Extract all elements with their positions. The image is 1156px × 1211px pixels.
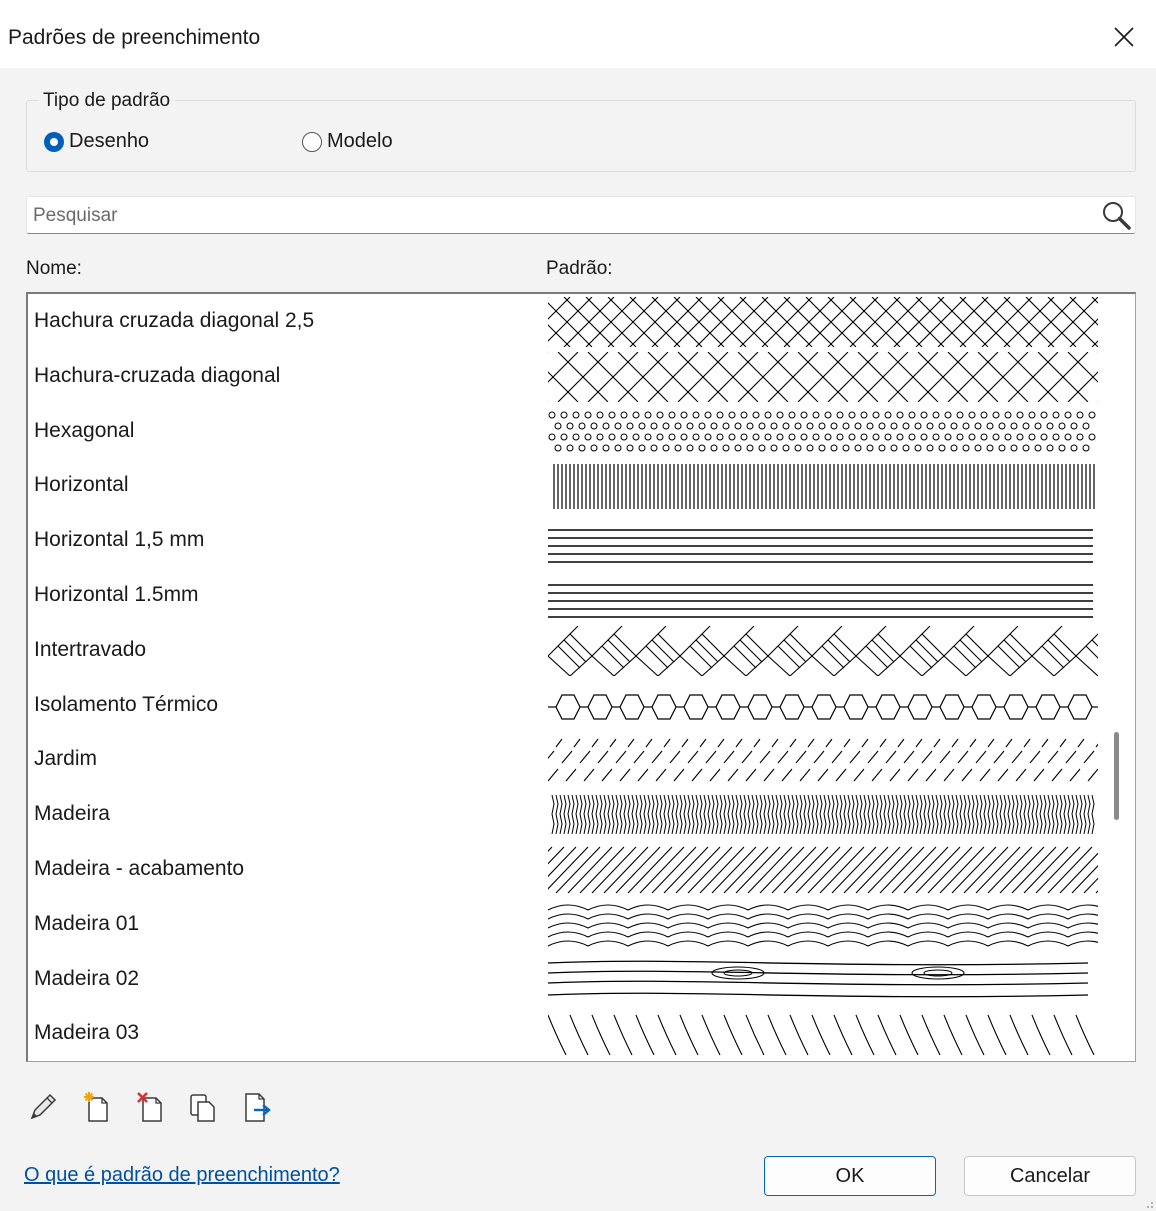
pattern-name: Madeira bbox=[34, 802, 110, 826]
resize-grip-icon[interactable] bbox=[1142, 1197, 1154, 1209]
interlocking-pavers-pattern-icon bbox=[548, 625, 1098, 676]
duplicate-pattern-button[interactable] bbox=[186, 1090, 220, 1129]
horizontal-lines-pattern-icon bbox=[548, 529, 1093, 563]
garden-dashes-pattern-icon bbox=[548, 739, 1098, 782]
cancel-button[interactable]: Cancelar bbox=[964, 1156, 1136, 1196]
pattern-row[interactable]: Hachura cruzada diagonal 2,5 bbox=[28, 294, 1098, 349]
pattern-name: Horizontal 1.5mm bbox=[34, 583, 199, 606]
pattern-name: Madeira 01 bbox=[34, 911, 140, 935]
pattern-name: Hexagonal bbox=[34, 418, 135, 442]
pattern-name: Madeira - acabamento bbox=[34, 857, 245, 880]
vertical-scrollbar-thumb[interactable] bbox=[1114, 732, 1119, 820]
pattern-row[interactable]: Madeira bbox=[28, 787, 1098, 842]
pattern-name: Madeira 03 bbox=[34, 1021, 140, 1045]
new-pattern-button[interactable] bbox=[80, 1090, 114, 1129]
horizontal-lines-pattern-icon bbox=[548, 584, 1093, 618]
pattern-row[interactable]: Horizontal bbox=[28, 458, 1098, 513]
wood-grain-knots-pattern-icon bbox=[548, 960, 1089, 997]
import-pattern-icon bbox=[245, 1093, 271, 1122]
pattern-row[interactable]: Madeira 01 bbox=[28, 897, 1098, 952]
close-icon bbox=[1114, 27, 1134, 47]
wood-grain-waves-pattern-icon bbox=[548, 904, 1098, 947]
title-bar: Padrões de preenchimento bbox=[0, 0, 1156, 68]
pattern-name: Horizontal bbox=[34, 473, 129, 497]
pattern-type-legend: Tipo de padrão bbox=[38, 90, 176, 112]
radio-modelo-label: Modelo bbox=[327, 130, 393, 152]
ok-button[interactable]: OK bbox=[764, 1156, 936, 1196]
pattern-name: Horizontal 1,5 mm bbox=[34, 528, 205, 552]
dialog-title: Padrões de preenchimento bbox=[8, 26, 261, 49]
duplicate-pattern-icon bbox=[190, 1094, 215, 1122]
pattern-name: Hachura cruzada diagonal 2,5 bbox=[34, 309, 315, 332]
pattern-row[interactable]: Madeira 02 bbox=[28, 952, 1098, 1007]
edit-button[interactable] bbox=[26, 1090, 60, 1129]
column-header-pattern: Padrão: bbox=[546, 258, 613, 279]
pattern-row[interactable]: Horizontal 1,5 mm bbox=[28, 513, 1098, 568]
pattern-row[interactable]: Hachura-cruzada diagonal bbox=[28, 349, 1098, 404]
pattern-name: Jardim bbox=[34, 747, 98, 771]
radio-desenho-label: Desenho bbox=[69, 130, 150, 152]
radio-selected-indicator bbox=[44, 131, 64, 152]
help-link[interactable]: O que é padrão de preenchimento? bbox=[24, 1164, 340, 1187]
wood-finish-diagonals-pattern-icon bbox=[548, 846, 1098, 894]
column-header-name: Nome: bbox=[26, 258, 82, 279]
pattern-list[interactable]: Hachura cruzada diagonal 2,5 Hachura-cruz… bbox=[26, 292, 1136, 1062]
pattern-row[interactable]: Intertravado bbox=[28, 623, 1098, 678]
pattern-name: Madeira 02 bbox=[34, 966, 140, 990]
diagonal-crosshatch-fine-pattern-icon bbox=[548, 297, 1098, 347]
delete-pattern-button[interactable] bbox=[134, 1090, 168, 1129]
pattern-name: Intertravado bbox=[34, 637, 147, 661]
pattern-row[interactable]: Hexagonal bbox=[28, 404, 1098, 459]
thermal-insulation-pattern-icon bbox=[548, 693, 1098, 720]
pattern-row[interactable]: Isolamento Térmico bbox=[28, 678, 1098, 733]
pattern-row[interactable]: Madeira 03 bbox=[28, 1006, 1098, 1061]
vertical-lines-dense-pattern-icon bbox=[553, 464, 1095, 510]
radio-unselected-indicator bbox=[302, 131, 322, 152]
diagonal-crosshatch-pattern-icon bbox=[548, 351, 1098, 402]
search-box bbox=[26, 196, 1136, 234]
search-icon[interactable] bbox=[1099, 199, 1133, 236]
search-input[interactable] bbox=[31, 200, 1095, 232]
close-button[interactable] bbox=[1100, 14, 1148, 60]
pattern-row[interactable]: Horizontal 1.5mm bbox=[28, 568, 1098, 623]
new-pattern-icon bbox=[84, 1092, 108, 1122]
pattern-row[interactable]: Madeira - acabamento bbox=[28, 842, 1098, 897]
delete-pattern-icon bbox=[137, 1092, 162, 1122]
pattern-row[interactable]: Jardim bbox=[28, 732, 1098, 787]
pattern-name: Isolamento Térmico bbox=[34, 692, 219, 716]
wood-grain-strokes-pattern-icon bbox=[548, 1015, 1095, 1056]
edit-pencil-icon bbox=[30, 1093, 57, 1120]
radio-modelo[interactable]: Modelo bbox=[302, 130, 393, 153]
pattern-name: Hachura-cruzada diagonal bbox=[34, 363, 281, 387]
hexagonal-dots-pattern-icon bbox=[548, 411, 1096, 452]
import-pattern-button[interactable] bbox=[240, 1090, 274, 1129]
pattern-type-group bbox=[26, 100, 1136, 172]
wood-zigzag-pattern-icon bbox=[551, 795, 1095, 835]
radio-desenho[interactable]: Desenho bbox=[44, 130, 149, 153]
